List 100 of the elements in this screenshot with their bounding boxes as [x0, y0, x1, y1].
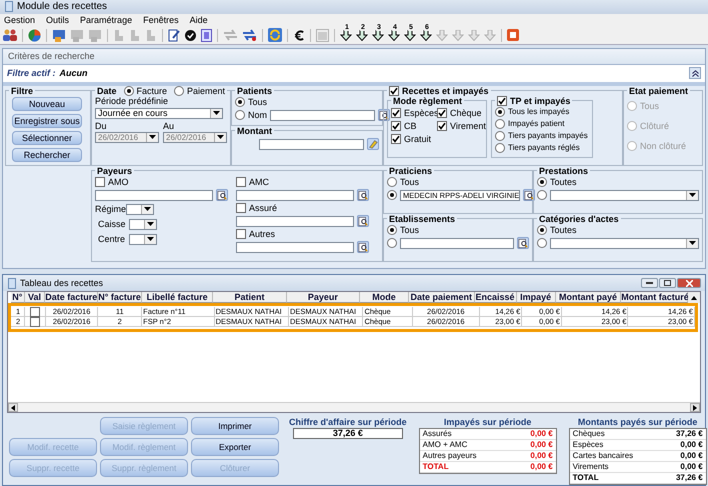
filter-button[interactable]: Sélectionner	[12, 130, 82, 145]
summary-label: Chèques	[572, 429, 605, 440]
checkbox[interactable]	[30, 316, 40, 327]
section-title: Montants payés sur période	[578, 417, 698, 428]
maximize-button[interactable]	[659, 278, 676, 288]
checkbox[interactable]	[437, 120, 447, 131]
scrollbar[interactable]	[8, 402, 700, 412]
column-header[interactable]: N°	[11, 292, 25, 304]
column-header[interactable]: Montant payé	[556, 292, 622, 304]
summary-value: 0,00 €	[530, 451, 553, 462]
lookup-button[interactable]	[523, 189, 536, 202]
radio-button[interactable]	[495, 106, 505, 117]
lookup-button[interactable]	[357, 241, 369, 254]
payer-field[interactable]	[236, 242, 354, 253]
action-button[interactable]: Imprimer	[191, 417, 279, 436]
amount-field[interactable]	[259, 138, 364, 150]
checkbox[interactable]	[437, 108, 447, 118]
dropdown[interactable]	[129, 234, 157, 245]
down-arrow-icon	[468, 30, 480, 41]
option-label: Clôturé	[640, 120, 670, 131]
close-button[interactable]	[677, 278, 701, 288]
field-label: Centre	[98, 234, 126, 244]
close-icon	[686, 280, 692, 287]
payer-field[interactable]	[236, 216, 354, 227]
checkbox[interactable]	[389, 86, 399, 96]
date-value: 26/02/2016	[97, 132, 140, 142]
menu-item[interactable]: Aide	[190, 15, 208, 26]
lookup-button[interactable]	[357, 189, 369, 202]
caret-icon	[217, 135, 224, 140]
radio-button[interactable]	[537, 238, 547, 248]
filter-button[interactable]: Enregistrer sous	[12, 114, 82, 128]
checkbox[interactable]	[30, 306, 40, 317]
radio-button[interactable]	[495, 130, 505, 141]
column-header[interactable]: Mode	[360, 292, 409, 304]
menu-item[interactable]: Gestion	[4, 15, 36, 26]
radio-button[interactable]	[387, 225, 397, 236]
dropdown-value: Journée en cours	[97, 108, 169, 118]
column-header[interactable]: Payeur	[286, 292, 360, 304]
column-header[interactable]: Date facture	[45, 292, 98, 304]
radio-button[interactable]	[387, 177, 397, 188]
checkbox[interactable]	[236, 177, 246, 188]
column-header[interactable]: Impayé	[516, 292, 556, 304]
down-arrow-icon	[484, 30, 496, 41]
checkbox[interactable]	[236, 203, 246, 214]
checkbox[interactable]	[391, 108, 401, 118]
radio-button[interactable]	[495, 142, 505, 153]
toolbar-button[interactable]	[167, 27, 181, 44]
column-header[interactable]: Val	[24, 292, 46, 304]
chevron-up-icon	[692, 70, 698, 77]
filter-label: Filtre actif :	[7, 68, 56, 78]
radio-button[interactable]	[387, 238, 397, 248]
column-header[interactable]: Date paiement	[408, 292, 475, 304]
radio-button[interactable]	[495, 118, 505, 129]
checkbox-label: AMC	[249, 177, 269, 188]
checkbox[interactable]	[391, 134, 401, 144]
checkbox[interactable]	[497, 96, 507, 106]
radio-button[interactable]	[537, 190, 547, 200]
radio-button[interactable]	[124, 86, 134, 96]
checkbox[interactable]	[391, 120, 401, 131]
radio-button[interactable]	[537, 177, 547, 188]
swap-icon	[242, 29, 257, 42]
lookup-button[interactable]	[517, 237, 529, 250]
toolbar-button[interactable]	[183, 27, 197, 44]
column-header[interactable]: Libellé facture	[142, 292, 214, 304]
column-header[interactable]: Patient	[213, 292, 287, 304]
group-title: Etat paiement	[629, 86, 688, 96]
date-value: 26/02/2016	[165, 132, 208, 142]
column-header[interactable]: Montant facturé	[621, 292, 688, 304]
group-title: Patients	[237, 86, 272, 96]
summary-value: 0,00 €	[530, 462, 553, 472]
period-dropdown[interactable]: Journée en cours	[95, 108, 223, 119]
minimize-button[interactable]	[641, 278, 658, 288]
selection-field[interactable]	[400, 238, 514, 249]
lookup-button[interactable]	[216, 189, 228, 202]
radio-button[interactable]	[537, 225, 547, 236]
summary-value: 37,26 €	[676, 429, 703, 440]
filter-button[interactable]: Rechercher	[12, 148, 82, 162]
radio-button[interactable]	[235, 110, 245, 120]
payer-field[interactable]	[236, 190, 354, 201]
checkbox[interactable]	[236, 229, 246, 240]
column-header[interactable]: Encaissé	[474, 292, 517, 304]
field-label: Caisse	[98, 219, 126, 230]
menu-item[interactable]: Outils	[46, 15, 70, 26]
lookup-button[interactable]	[357, 215, 369, 228]
filter-button[interactable]: Nouveau	[12, 96, 82, 111]
clear-button[interactable]	[367, 138, 379, 150]
radio-button[interactable]	[174, 86, 184, 96]
amo-field[interactable]	[95, 190, 213, 201]
collapse-button[interactable]	[689, 67, 701, 80]
radio-button[interactable]	[387, 190, 397, 200]
dropdown[interactable]	[129, 218, 157, 230]
menu-item[interactable]: Paramétrage	[80, 15, 132, 26]
check-icon	[184, 30, 196, 41]
dropdown[interactable]	[126, 204, 154, 215]
checkbox[interactable]	[95, 177, 105, 188]
action-button[interactable]: Exporter	[191, 438, 279, 456]
menu-item[interactable]: Fenêtres	[143, 15, 179, 26]
radio-button[interactable]	[235, 97, 245, 108]
column-header[interactable]: N° facture	[98, 292, 142, 304]
name-field[interactable]	[270, 110, 376, 121]
